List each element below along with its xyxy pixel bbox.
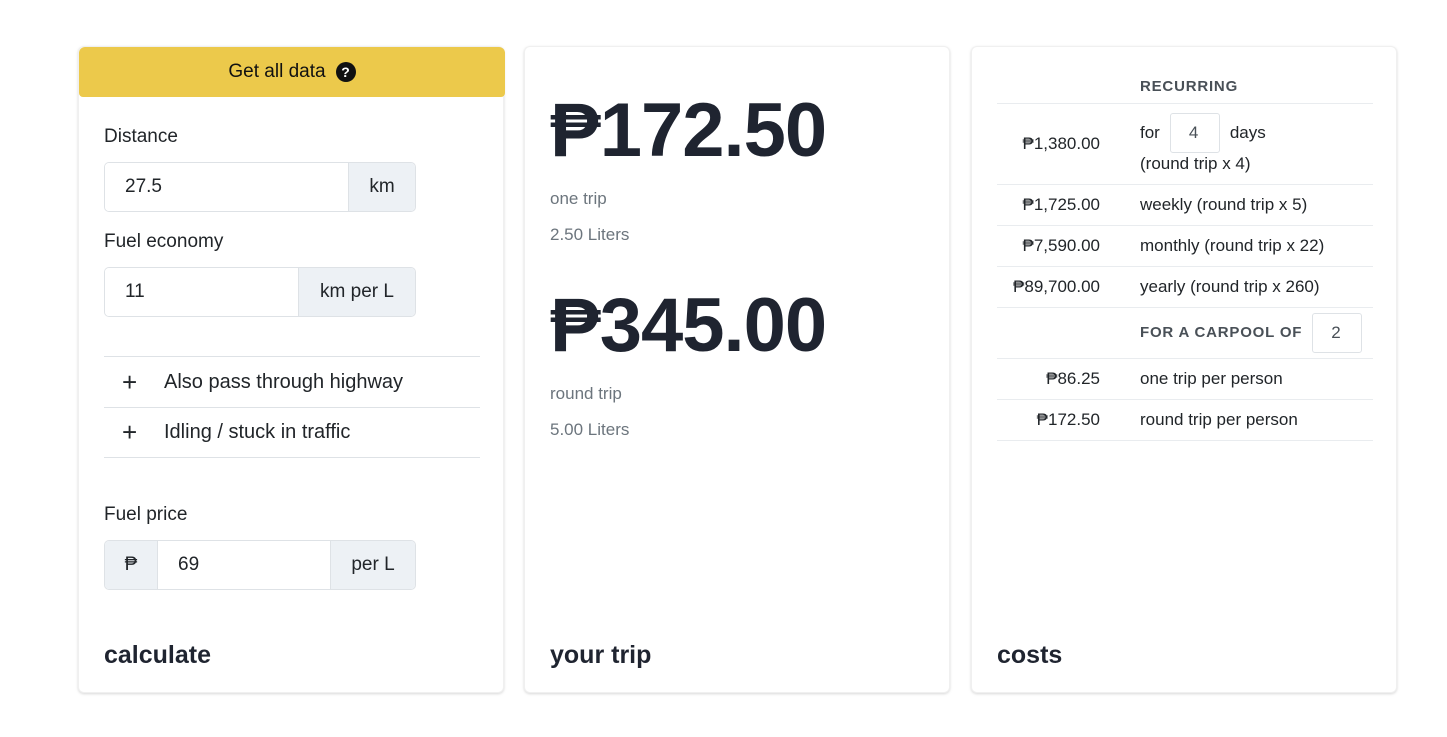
get-all-data-label: Get all data	[228, 61, 326, 82]
weekly-label: weekly (round trip x 5)	[1140, 184, 1373, 226]
table-row: ₱1,725.00 weekly (round trip x 5)	[997, 184, 1373, 226]
round-trip-amount: ₱345.00	[550, 283, 827, 368]
table-row: ₱86.25 one trip per person	[997, 358, 1373, 400]
costs-title: costs	[997, 641, 1063, 669]
plus-icon: +	[122, 366, 138, 397]
costs-table: RECURRING ₱1,380.00 for days (round trip…	[997, 71, 1373, 441]
your-trip-card: ₱172.50 one trip 2.50 Liters ₱345.00 rou…	[524, 46, 950, 693]
carpool-size-input[interactable]	[1312, 312, 1363, 353]
recurring-header: RECURRING	[1140, 71, 1373, 104]
fuel-economy-input[interactable]	[105, 268, 298, 316]
distance-unit: km	[348, 163, 415, 211]
one-trip-per-person-label: one trip per person	[1140, 358, 1373, 400]
peso-currency-addon: ₱	[105, 541, 158, 589]
calculate-card: Get all data ? Distance km Fuel economy …	[78, 46, 505, 693]
weekly-amount: ₱1,725.00	[997, 184, 1140, 226]
carpool-header: FOR A CARPOOL OF	[1140, 324, 1303, 341]
monthly-amount: ₱7,590.00	[997, 225, 1140, 267]
custom-days-amount: ₱1,380.00	[997, 103, 1140, 185]
yearly-label: yearly (round trip x 260)	[1140, 266, 1373, 308]
round-trip-per-person-amount: ₱172.50	[997, 399, 1140, 441]
fuel-economy-unit: km per L	[298, 268, 415, 316]
one-trip-per-person-amount: ₱86.25	[997, 358, 1140, 400]
monthly-label: monthly (round trip x 22)	[1140, 225, 1373, 267]
custom-days-prefix: for	[1140, 123, 1160, 142]
your-trip-title: your trip	[550, 641, 652, 669]
custom-days-note: (round trip x 4)	[1140, 154, 1251, 173]
round-trip-liters: 5.00 Liters	[550, 420, 630, 439]
one-trip-amount: ₱172.50	[550, 88, 827, 173]
distance-input-group: km	[104, 162, 416, 212]
custom-days-suffix: days	[1229, 123, 1266, 142]
one-trip-liters: 2.50 Liters	[550, 225, 630, 244]
round-trip-label: round trip	[550, 384, 622, 403]
custom-days-input[interactable]	[1169, 113, 1220, 153]
toggle-highway[interactable]: + Also pass through highway	[104, 356, 480, 407]
calculate-title: calculate	[104, 641, 212, 669]
fuel-economy-label: Fuel economy	[104, 231, 224, 252]
table-row: ₱172.50 round trip per person	[997, 399, 1373, 441]
carpool-header-row: FOR A CARPOOL OF	[997, 307, 1373, 359]
distance-label: Distance	[104, 126, 178, 147]
options-list: + Also pass through highway + Idling / s…	[104, 356, 480, 458]
fuel-price-label: Fuel price	[104, 504, 188, 525]
custom-days-row: ₱1,380.00 for days (round trip x 4)	[997, 103, 1373, 185]
toggle-idling[interactable]: + Idling / stuck in traffic	[104, 407, 480, 458]
get-all-data-button[interactable]: Get all data ?	[79, 47, 505, 97]
costs-card: RECURRING ₱1,380.00 for days (round trip…	[971, 46, 1397, 693]
table-row: ₱7,590.00 monthly (round trip x 22)	[997, 225, 1373, 267]
fuel-price-unit: per L	[330, 541, 415, 589]
recurring-header-row: RECURRING	[997, 71, 1373, 104]
fuel-price-input[interactable]	[158, 541, 330, 589]
yearly-amount: ₱89,700.00	[997, 266, 1140, 308]
fuel-price-input-group: ₱ per L	[104, 540, 416, 590]
fuel-economy-input-group: km per L	[104, 267, 416, 317]
plus-icon: +	[122, 417, 138, 447]
toggle-idling-label: Idling / stuck in traffic	[164, 421, 351, 443]
toggle-highway-label: Also pass through highway	[164, 370, 404, 393]
question-circle-icon[interactable]: ?	[335, 62, 356, 82]
round-trip-per-person-label: round trip per person	[1140, 399, 1373, 441]
distance-input[interactable]	[105, 163, 348, 211]
table-row: ₱89,700.00 yearly (round trip x 260)	[997, 266, 1373, 308]
one-trip-label: one trip	[550, 189, 607, 208]
